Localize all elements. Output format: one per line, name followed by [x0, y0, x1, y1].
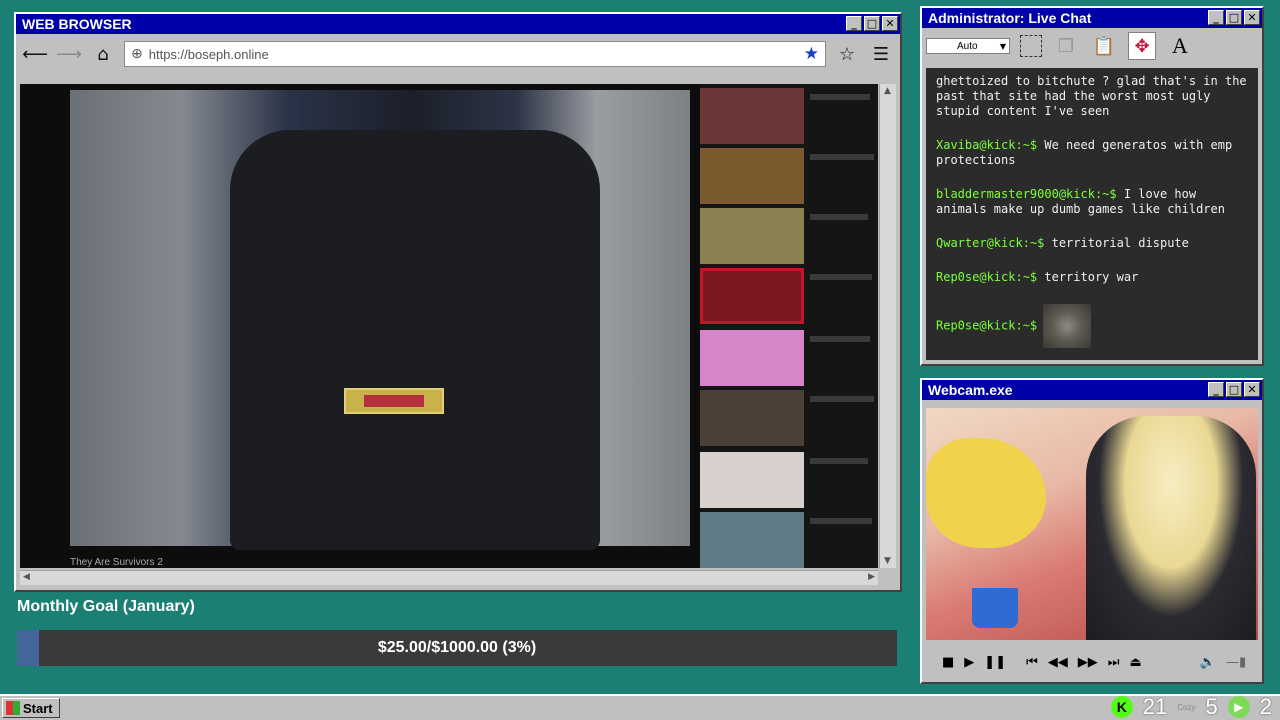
- paste-icon[interactable]: 📋: [1090, 32, 1118, 60]
- webcam-titlebar[interactable]: Webcam.exe _ □ ✕: [922, 380, 1262, 400]
- kick-viewer-count: 21: [1142, 694, 1168, 719]
- video-caption: They Are Survivors 2: [70, 557, 163, 568]
- anime-avatar: [1086, 416, 1256, 640]
- goal-amount-text: $25.00/$1000.00 (3%): [377, 639, 537, 656]
- browser-titlebar[interactable]: WEB BROWSER _ □ ✕: [16, 14, 900, 34]
- eject-icon[interactable]: ⏏: [1130, 655, 1142, 670]
- tray-tiny-label: Cozy: [1177, 702, 1196, 712]
- chat-text: ghettoized to bitchute ? glad that's in …: [936, 74, 1247, 118]
- chat-titlebar[interactable]: Administrator: Live Chat _ □ ✕: [922, 8, 1262, 28]
- fast-forward-icon[interactable]: ▶▶: [1078, 655, 1098, 670]
- vertical-scrollbar[interactable]: ▲ ▼: [879, 84, 896, 568]
- copy-icon[interactable]: ❐: [1052, 32, 1080, 60]
- close-icon[interactable]: ✕: [882, 16, 898, 31]
- chat-username[interactable]: Xaviba@kick:~$: [936, 138, 1037, 152]
- rumble-icon[interactable]: ▶: [1227, 696, 1250, 718]
- related-video-thumb[interactable]: [700, 148, 804, 204]
- close-icon[interactable]: ✕: [1244, 382, 1260, 397]
- pause-icon[interactable]: ❚❚: [984, 655, 1006, 670]
- video-frame-backpack: [230, 130, 600, 550]
- webcam-window: Webcam.exe _ □ ✕ ■ ▶ ❚❚ ⏮ ◀◀ ▶▶ ⏭ ⏏ 🔈 —▮: [920, 378, 1264, 684]
- chat-username[interactable]: bladdermaster9000@kick:~$: [936, 187, 1117, 201]
- start-button[interactable]: Start: [2, 698, 60, 718]
- live-chat-window: Administrator: Live Chat _ □ ✕ Auto ▼ ❐ …: [920, 6, 1264, 366]
- chat-username[interactable]: Rep0se@kick:~$: [936, 319, 1037, 333]
- minimize-icon[interactable]: _: [1208, 382, 1224, 397]
- globe-icon: ⊕: [131, 46, 143, 62]
- select-rect-icon[interactable]: [1020, 35, 1042, 57]
- maximize-icon[interactable]: □: [1226, 10, 1242, 25]
- menu-icon[interactable]: ☰: [868, 41, 894, 67]
- chat-message: Rep0se@kick:~$: [936, 304, 1248, 348]
- previous-icon[interactable]: ⏮: [1026, 655, 1038, 670]
- forward-arrow-icon[interactable]: ⟶: [56, 41, 82, 67]
- minimize-icon[interactable]: _: [846, 16, 862, 31]
- horizontal-scrollbar[interactable]: ◀ ▶: [20, 570, 878, 585]
- system-tray: K 21 Cozy 5 ▶ 2: [1110, 694, 1272, 720]
- browser-title: WEB BROWSER: [22, 16, 132, 32]
- webcam-feed: [926, 408, 1258, 640]
- chat-message: ghettoized to bitchute ? glad that's in …: [936, 74, 1248, 119]
- monthly-goal-title: Monthly Goal (January): [17, 598, 195, 615]
- url-text[interactable]: https://boseph.online: [149, 47, 798, 62]
- home-icon[interactable]: ⌂: [90, 41, 116, 67]
- related-video-thumb[interactable]: [700, 390, 804, 446]
- play-icon[interactable]: ▶: [964, 655, 974, 670]
- rumble-viewer-count: 2: [1259, 694, 1272, 719]
- chat-username[interactable]: Qwarter@kick:~$: [936, 236, 1044, 250]
- chat-text: territorial dispute: [1044, 236, 1189, 250]
- related-video-thumb[interactable]: [700, 88, 804, 144]
- close-icon[interactable]: ✕: [1244, 10, 1260, 25]
- chat-message: bladdermaster9000@kick:~$ I love how ani…: [936, 187, 1248, 217]
- taskbar: Start K 21 Cozy 5 ▶ 2: [0, 694, 1280, 720]
- volume-icon[interactable]: 🔈: [1200, 655, 1216, 670]
- star-filled-icon[interactable]: ★: [804, 44, 819, 64]
- related-video-thumb[interactable]: [700, 208, 804, 264]
- chevron-down-icon: ▼: [999, 41, 1006, 51]
- start-label: Start: [23, 700, 53, 716]
- chat-message: Xaviba@kick:~$ We need generatos with em…: [936, 138, 1248, 168]
- goal-progress-bar: $25.00/$1000.00 (3%): [17, 630, 897, 666]
- minimize-icon[interactable]: _: [1208, 10, 1224, 25]
- related-video-thumb[interactable]: [700, 512, 804, 568]
- volume-slider[interactable]: —▮: [1226, 655, 1246, 670]
- chat-image-attachment[interactable]: [1043, 304, 1092, 348]
- video-player[interactable]: [70, 90, 690, 550]
- windows-logo-icon: [6, 701, 20, 715]
- maximize-icon[interactable]: □: [864, 16, 880, 31]
- usa-patch: [344, 388, 444, 414]
- plush-duck: [926, 438, 1046, 548]
- chat-username[interactable]: Rep0se@kick:~$: [936, 270, 1037, 284]
- chat-select-value: Auto: [957, 40, 978, 52]
- address-bar[interactable]: ⊕ https://boseph.online ★: [124, 41, 826, 67]
- stop-icon[interactable]: ■: [942, 655, 954, 670]
- browser-window: WEB BROWSER _ □ ✕ ⟵ ⟶ ⌂ ⊕ https://boseph…: [14, 12, 902, 592]
- chat-title: Administrator: Live Chat: [928, 10, 1092, 26]
- related-video-thumb[interactable]: [700, 330, 804, 386]
- text-tool-icon[interactable]: A: [1166, 32, 1194, 60]
- back-arrow-icon[interactable]: ⟵: [22, 41, 48, 67]
- chat-toolbar: Auto ▼ ❐ 📋 ✥ A: [922, 28, 1262, 64]
- blue-mug: [972, 588, 1018, 628]
- tray-count-2: 5: [1205, 694, 1218, 719]
- star-outline-icon[interactable]: ☆: [834, 41, 860, 67]
- chat-message: Rep0se@kick:~$ territory war: [936, 270, 1248, 285]
- related-video-thumb[interactable]: [700, 452, 804, 508]
- maximize-icon[interactable]: □: [1226, 382, 1242, 397]
- webcam-title: Webcam.exe: [928, 382, 1013, 398]
- chat-message: Qwarter@kick:~$ territorial dispute: [936, 236, 1248, 251]
- related-videos-sidebar: [700, 84, 878, 568]
- related-video-thumb[interactable]: [700, 268, 804, 324]
- chat-text: territory war: [1037, 270, 1139, 284]
- media-controls: ■ ▶ ❚❚ ⏮ ◀◀ ▶▶ ⏭ ⏏ 🔈 —▮: [926, 650, 1274, 674]
- kick-icon[interactable]: K: [1110, 696, 1133, 718]
- move-icon[interactable]: ✥: [1128, 32, 1156, 60]
- next-icon[interactable]: ⏭: [1108, 655, 1120, 670]
- browser-toolbar: ⟵ ⟶ ⌂ ⊕ https://boseph.online ★ ☆ ☰: [16, 34, 900, 74]
- rewind-icon[interactable]: ◀◀: [1048, 655, 1068, 670]
- chat-messages[interactable]: ghettoized to bitchute ? glad that's in …: [926, 68, 1258, 360]
- chat-select-dropdown[interactable]: Auto ▼: [926, 38, 1010, 54]
- web-content[interactable]: They Are Survivors 2: [20, 84, 878, 568]
